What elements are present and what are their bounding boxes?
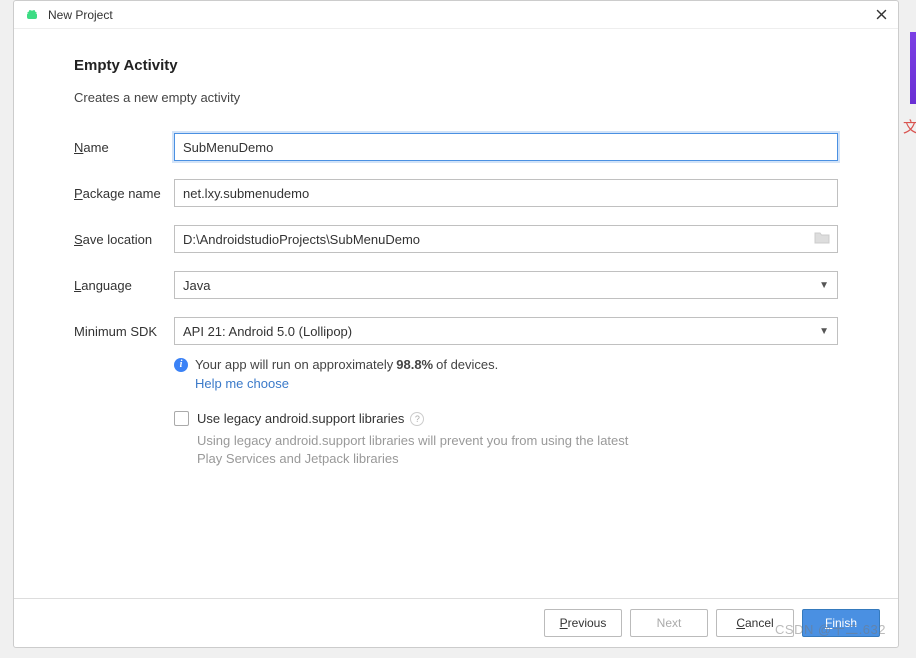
label-name: Name — [74, 140, 174, 155]
android-studio-icon — [24, 7, 40, 23]
device-percent: 98.8% — [396, 357, 433, 372]
chevron-down-icon: ▼ — [819, 326, 829, 337]
next-button: Next — [630, 609, 708, 637]
legacy-description: Using legacy android.support libraries w… — [197, 432, 657, 468]
save-location-input[interactable] — [174, 225, 838, 253]
page-title: Empty Activity — [74, 57, 838, 74]
row-save-location: Save location — [74, 225, 838, 253]
language-select[interactable]: Java ▼ — [174, 271, 838, 299]
legacy-row: Use legacy android.support libraries ? — [174, 411, 838, 426]
language-value: Java — [183, 278, 210, 293]
previous-button[interactable]: Previous — [544, 609, 622, 637]
help-icon[interactable]: ? — [410, 412, 424, 426]
background-text: 文 — [903, 116, 916, 137]
label-minimum-sdk: Minimum SDK — [74, 324, 174, 339]
label-package: Package name — [74, 186, 174, 201]
help-me-choose-link[interactable]: Help me choose — [195, 376, 838, 391]
sdk-info-block: i Your app will run on approximately 98.… — [174, 357, 838, 391]
cancel-button[interactable]: Cancel — [716, 609, 794, 637]
dialog-content: Empty Activity Creates a new empty activ… — [14, 29, 898, 598]
sdk-info-line: i Your app will run on approximately 98.… — [174, 357, 838, 372]
row-name: Name — [74, 133, 838, 161]
row-minimum-sdk: Minimum SDK API 21: Android 5.0 (Lollipo… — [74, 317, 838, 345]
row-package: Package name — [74, 179, 838, 207]
minimum-sdk-value: API 21: Android 5.0 (Lollipop) — [183, 324, 352, 339]
new-project-dialog: New Project Empty Activity Creates a new… — [13, 0, 899, 648]
page-subtitle: Creates a new empty activity — [74, 90, 838, 105]
legacy-checkbox-label: Use legacy android.support libraries — [197, 411, 404, 426]
info-icon: i — [174, 358, 188, 372]
dialog-title: New Project — [48, 8, 874, 22]
legacy-checkbox[interactable] — [174, 411, 189, 426]
minimum-sdk-select[interactable]: API 21: Android 5.0 (Lollipop) ▼ — [174, 317, 838, 345]
browse-folder-icon[interactable] — [814, 231, 830, 247]
button-bar: Previous Next Cancel Finish — [14, 598, 898, 647]
titlebar: New Project — [14, 1, 898, 29]
finish-button[interactable]: Finish — [802, 609, 880, 637]
label-language: Language — [74, 278, 174, 293]
package-input[interactable] — [174, 179, 838, 207]
close-button[interactable] — [874, 8, 888, 22]
chevron-down-icon: ▼ — [819, 280, 829, 291]
name-input[interactable] — [174, 133, 838, 161]
row-language: Language Java ▼ — [74, 271, 838, 299]
background-decoration — [910, 32, 916, 104]
label-save-location: Save location — [74, 232, 174, 247]
